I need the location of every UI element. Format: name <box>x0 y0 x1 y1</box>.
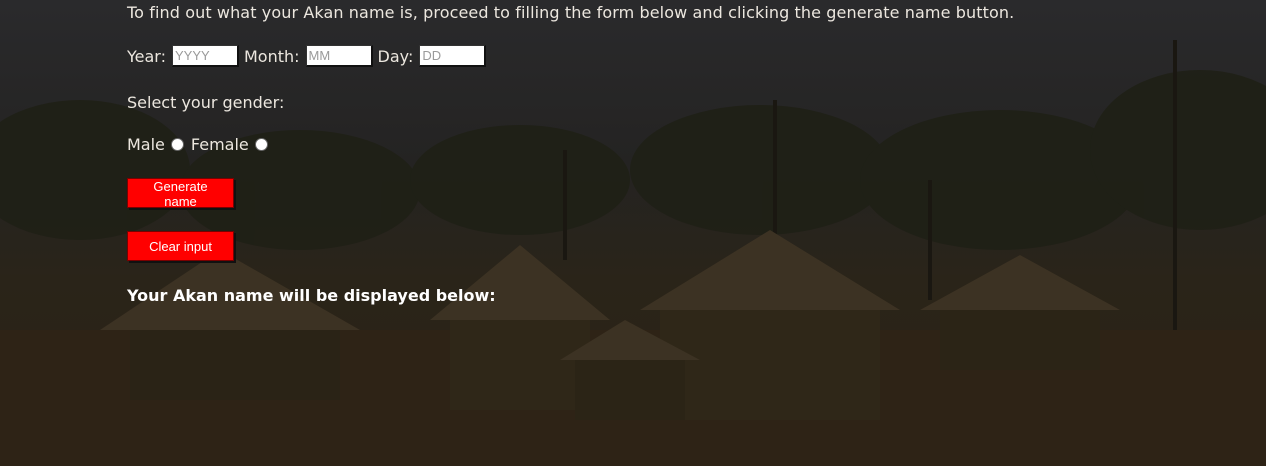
male-radio[interactable] <box>170 138 184 151</box>
month-label: Month: <box>243 46 300 66</box>
month-input[interactable] <box>305 45 373 67</box>
date-row: Year: Month: Day: <box>127 45 491 67</box>
male-label: Male <box>127 135 165 154</box>
intro-text: To find out what your Akan name is, proc… <box>127 3 1015 22</box>
gender-prompt: Select your gender: <box>127 93 285 112</box>
day-label: Day: <box>377 46 414 66</box>
year-input[interactable] <box>171 45 239 67</box>
female-label: Female <box>190 135 249 154</box>
clear-input-button[interactable]: Clear input <box>127 231 234 261</box>
gender-row: Male Female <box>127 135 275 154</box>
female-radio[interactable] <box>254 138 268 151</box>
result-label: Your Akan name will be displayed below: <box>127 286 496 305</box>
year-label: Year: <box>127 46 166 66</box>
day-input[interactable] <box>419 45 487 67</box>
generate-name-button[interactable]: Generate name <box>127 178 234 209</box>
